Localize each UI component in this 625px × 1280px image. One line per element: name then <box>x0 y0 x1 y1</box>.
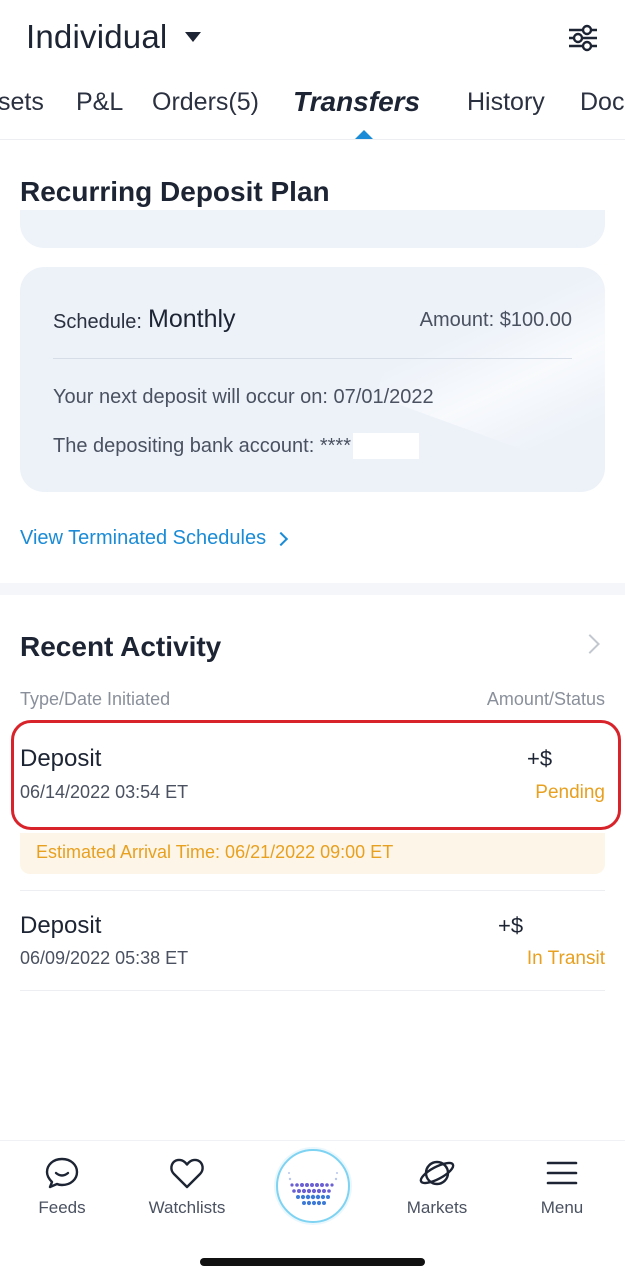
nav-watchlists[interactable]: Watchlists <box>132 1156 242 1218</box>
row-divider <box>20 890 605 891</box>
highlight-annotation-box <box>11 720 621 830</box>
schedule-label: Schedule: <box>53 311 142 333</box>
app-header: Individual <box>0 0 625 80</box>
recurring-plan-title: Recurring Deposit Plan <box>20 176 330 207</box>
tab-documents[interactable]: Doc <box>580 88 624 117</box>
redacted-account-number <box>352 433 419 459</box>
column-header-type-date: Type/Date Initiated <box>20 689 171 709</box>
account-title: Individual <box>26 18 168 55</box>
feeds-icon <box>45 1157 79 1189</box>
previous-plan-card-edge <box>20 210 605 248</box>
tab-bar: sets P&L Orders(5) Transfers History Doc <box>0 80 625 140</box>
plan-amount: Amount: $100.00 <box>419 309 572 331</box>
activity-type: Deposit <box>20 912 102 939</box>
nav-feeds[interactable]: Feeds <box>7 1156 117 1218</box>
tab-orders[interactable]: Orders(5) <box>152 88 259 117</box>
home-logo-icon <box>288 1172 338 1206</box>
hamburger-icon <box>546 1161 578 1185</box>
recent-activity-title: Recent Activity <box>20 631 222 662</box>
nav-markets-label: Markets <box>406 1198 468 1217</box>
terminated-link-label: View Terminated Schedules <box>20 527 267 549</box>
next-deposit-date: Your next deposit will occur on: 07/01/2… <box>53 386 434 408</box>
home-logo-button[interactable] <box>276 1149 350 1223</box>
nav-menu-label: Menu <box>540 1198 584 1217</box>
column-header-amount-status: Amount/Status <box>486 689 605 709</box>
activity-date: 06/09/2022 05:38 ET <box>20 948 189 968</box>
nav-menu[interactable]: Menu <box>507 1156 617 1218</box>
bottom-navigation: Feeds Watchlists Markets Menu <box>0 1140 625 1280</box>
estimated-arrival-text: Estimated Arrival Time: 06/21/2022 09:00… <box>36 842 394 862</box>
recurring-plan-card[interactable]: Schedule: Monthly Amount: $100.00 Your n… <box>20 267 605 492</box>
chevron-right-icon <box>274 531 289 546</box>
planet-icon <box>419 1160 455 1186</box>
tab-history[interactable]: History <box>467 88 545 117</box>
recent-activity-chevron-icon[interactable] <box>580 634 600 654</box>
view-terminated-schedules-link[interactable]: View Terminated Schedules <box>20 527 289 550</box>
account-selector[interactable]: Individual <box>26 18 202 56</box>
card-divider <box>53 358 572 359</box>
tab-assets[interactable]: sets <box>0 88 44 117</box>
nav-markets[interactable]: Markets <box>382 1156 492 1218</box>
bank-account-row: The depositing bank account: **** <box>53 433 419 459</box>
home-indicator-bar[interactable] <box>200 1258 425 1266</box>
tab-transfers[interactable]: Transfers <box>293 86 420 118</box>
bank-account-text: The depositing bank account: **** <box>53 434 351 457</box>
caret-down-icon <box>185 32 202 42</box>
estimated-arrival-banner: Estimated Arrival Time: 06/21/2022 09:00… <box>20 833 605 874</box>
nav-watchlists-label: Watchlists <box>148 1198 226 1217</box>
sliders-icon <box>569 24 597 52</box>
activity-status: In Transit <box>526 948 605 969</box>
nav-feeds-label: Feeds <box>38 1198 86 1217</box>
activity-amount: +$ <box>498 913 524 938</box>
row-divider <box>20 990 605 991</box>
tab-pnl[interactable]: P&L <box>76 88 123 117</box>
section-separator <box>0 583 625 595</box>
active-tab-indicator <box>355 130 373 139</box>
filter-settings-button[interactable] <box>567 22 599 54</box>
heart-icon <box>170 1158 204 1189</box>
schedule-value: Monthly <box>148 305 236 333</box>
